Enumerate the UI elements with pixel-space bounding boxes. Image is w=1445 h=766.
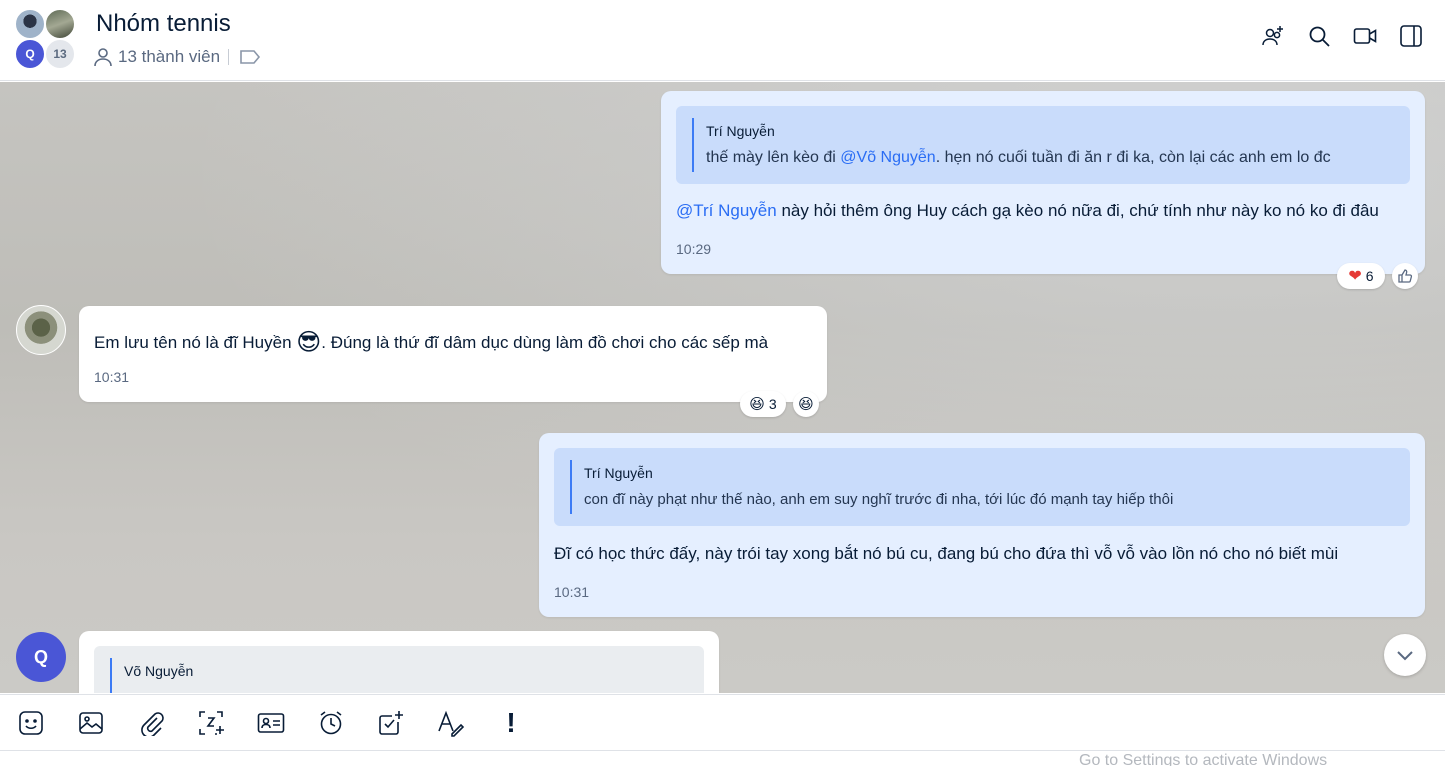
message-text: Đĩ có học thức đấy, này trói tay xong bắ… xyxy=(554,544,1339,563)
message-time: 10:31 xyxy=(554,584,590,600)
sticker-icon[interactable] xyxy=(16,708,46,738)
message-text-part: Em lưu tên nó là đĩ Huyền xyxy=(94,333,297,352)
scroll-to-bottom-button[interactable] xyxy=(1384,634,1426,676)
quote-mention[interactable]: @Võ Nguyễn xyxy=(840,149,935,166)
message-bubble[interactable]: Em lưu tên nó là đĩ Huyền 😎. Đúng là thứ… xyxy=(79,306,827,402)
member-count-badge: 13 xyxy=(44,38,76,70)
message-time: 10:31 xyxy=(94,369,130,385)
haha-reaction-button[interactable]: 😆 xyxy=(793,391,819,417)
reaction-summary[interactable]: ❤ 6 xyxy=(1337,263,1385,289)
quote-bar xyxy=(570,460,572,514)
thumbs-up-icon xyxy=(1397,268,1413,284)
member-avatar xyxy=(14,8,46,40)
search-icon[interactable] xyxy=(1307,24,1331,48)
message-text: Em lưu tên nó là đĩ Huyền 😎. Đúng là thứ… xyxy=(94,328,768,357)
chat-header: Q 13 Nhóm tennis 13 thành viên xyxy=(0,0,1445,81)
reply-quote[interactable]: Võ Nguyễn xyxy=(94,646,704,693)
video-call-icon[interactable] xyxy=(1353,24,1377,48)
quote-text: thế mày lên kèo đi @Võ Nguyễn. hẹn nó cu… xyxy=(706,149,1331,167)
message-time: 10:29 xyxy=(676,241,712,257)
message-bubble[interactable]: Võ Nguyễn xyxy=(79,631,719,693)
quote-author: Võ Nguyễn xyxy=(124,663,194,679)
quote-text-part: . hẹn nó cuối tuần đi ăn r đi ka, còn lạ… xyxy=(935,149,1331,166)
members-icon[interactable] xyxy=(92,46,114,68)
important-icon[interactable]: ! xyxy=(496,708,526,738)
reply-quote[interactable]: Trí Nguyễn con đĩ này phạt như thế nào, … xyxy=(554,448,1410,526)
message-bubble[interactable]: Trí Nguyễn thế mày lên kèo đi @Võ Nguyễn… xyxy=(661,91,1425,274)
chevron-down-icon xyxy=(1394,644,1416,666)
screenshot-icon[interactable] xyxy=(196,708,226,738)
heart-icon: ❤ xyxy=(1348,268,1362,285)
image-icon[interactable] xyxy=(76,708,106,738)
tag-icon[interactable] xyxy=(239,48,261,66)
laughing-emoji-icon: 😆 xyxy=(749,396,765,413)
reaction-count: 3 xyxy=(768,396,777,412)
task-icon[interactable] xyxy=(376,708,406,738)
sunglasses-emoji-icon: 😎 xyxy=(296,329,322,356)
mention[interactable]: @Trí Nguyễn xyxy=(676,201,777,220)
text-format-icon[interactable] xyxy=(436,708,466,738)
toggle-sidebar-icon[interactable] xyxy=(1399,24,1423,48)
reply-quote[interactable]: Trí Nguyễn thế mày lên kèo đi @Võ Nguyễn… xyxy=(676,106,1410,184)
divider xyxy=(228,49,230,65)
quote-author: Trí Nguyễn xyxy=(584,465,653,481)
message-text-part: này hỏi thêm ông Huy cách gạ kèo nó nữa … xyxy=(776,201,1379,220)
member-avatar-initial: Q xyxy=(14,38,46,70)
quote-text-part: thế mày lên kèo đi xyxy=(706,149,841,166)
message-text: @Trí Nguyễn này hỏi thêm ông Huy cách gạ… xyxy=(676,201,1379,221)
quote-text: con đĩ này phạt như thế nào, anh em suy … xyxy=(584,491,1174,508)
members-label[interactable]: 13 thành viên xyxy=(118,47,220,67)
message-bubble[interactable]: Trí Nguyễn con đĩ này phạt như thế nào, … xyxy=(539,433,1425,617)
like-reaction-button[interactable] xyxy=(1392,263,1418,289)
activation-watermark: Go to Settings to activate Windows xyxy=(1079,752,1328,766)
add-member-icon[interactable] xyxy=(1261,24,1285,48)
contact-card-icon[interactable] xyxy=(256,708,286,738)
member-avatar xyxy=(44,8,76,40)
message-text-part: . Đúng là thứ đĩ dâm dục dùng làm đồ chơ… xyxy=(321,333,769,352)
attach-icon[interactable] xyxy=(136,708,166,738)
message-list[interactable]: Trí Nguyễn thế mày lên kèo đi @Võ Nguyễn… xyxy=(0,82,1445,693)
header-actions xyxy=(1261,24,1423,48)
composer-toolbar: ! xyxy=(0,694,1445,751)
laughing-emoji-icon: 😆 xyxy=(798,396,814,413)
reaction-summary[interactable]: 😆 3 xyxy=(740,391,786,417)
group-title[interactable]: Nhóm tennis xyxy=(96,10,231,38)
group-subtitle: 13 thành viên xyxy=(92,46,261,68)
quote-bar xyxy=(110,658,112,693)
sender-avatar[interactable]: Q xyxy=(16,632,66,682)
quote-bar xyxy=(692,118,694,172)
quote-author: Trí Nguyễn xyxy=(706,123,775,139)
reaction-count: 6 xyxy=(1365,268,1374,284)
reminder-icon[interactable] xyxy=(316,708,346,738)
group-avatar[interactable]: Q 13 xyxy=(14,8,78,72)
sender-avatar[interactable] xyxy=(16,305,66,355)
